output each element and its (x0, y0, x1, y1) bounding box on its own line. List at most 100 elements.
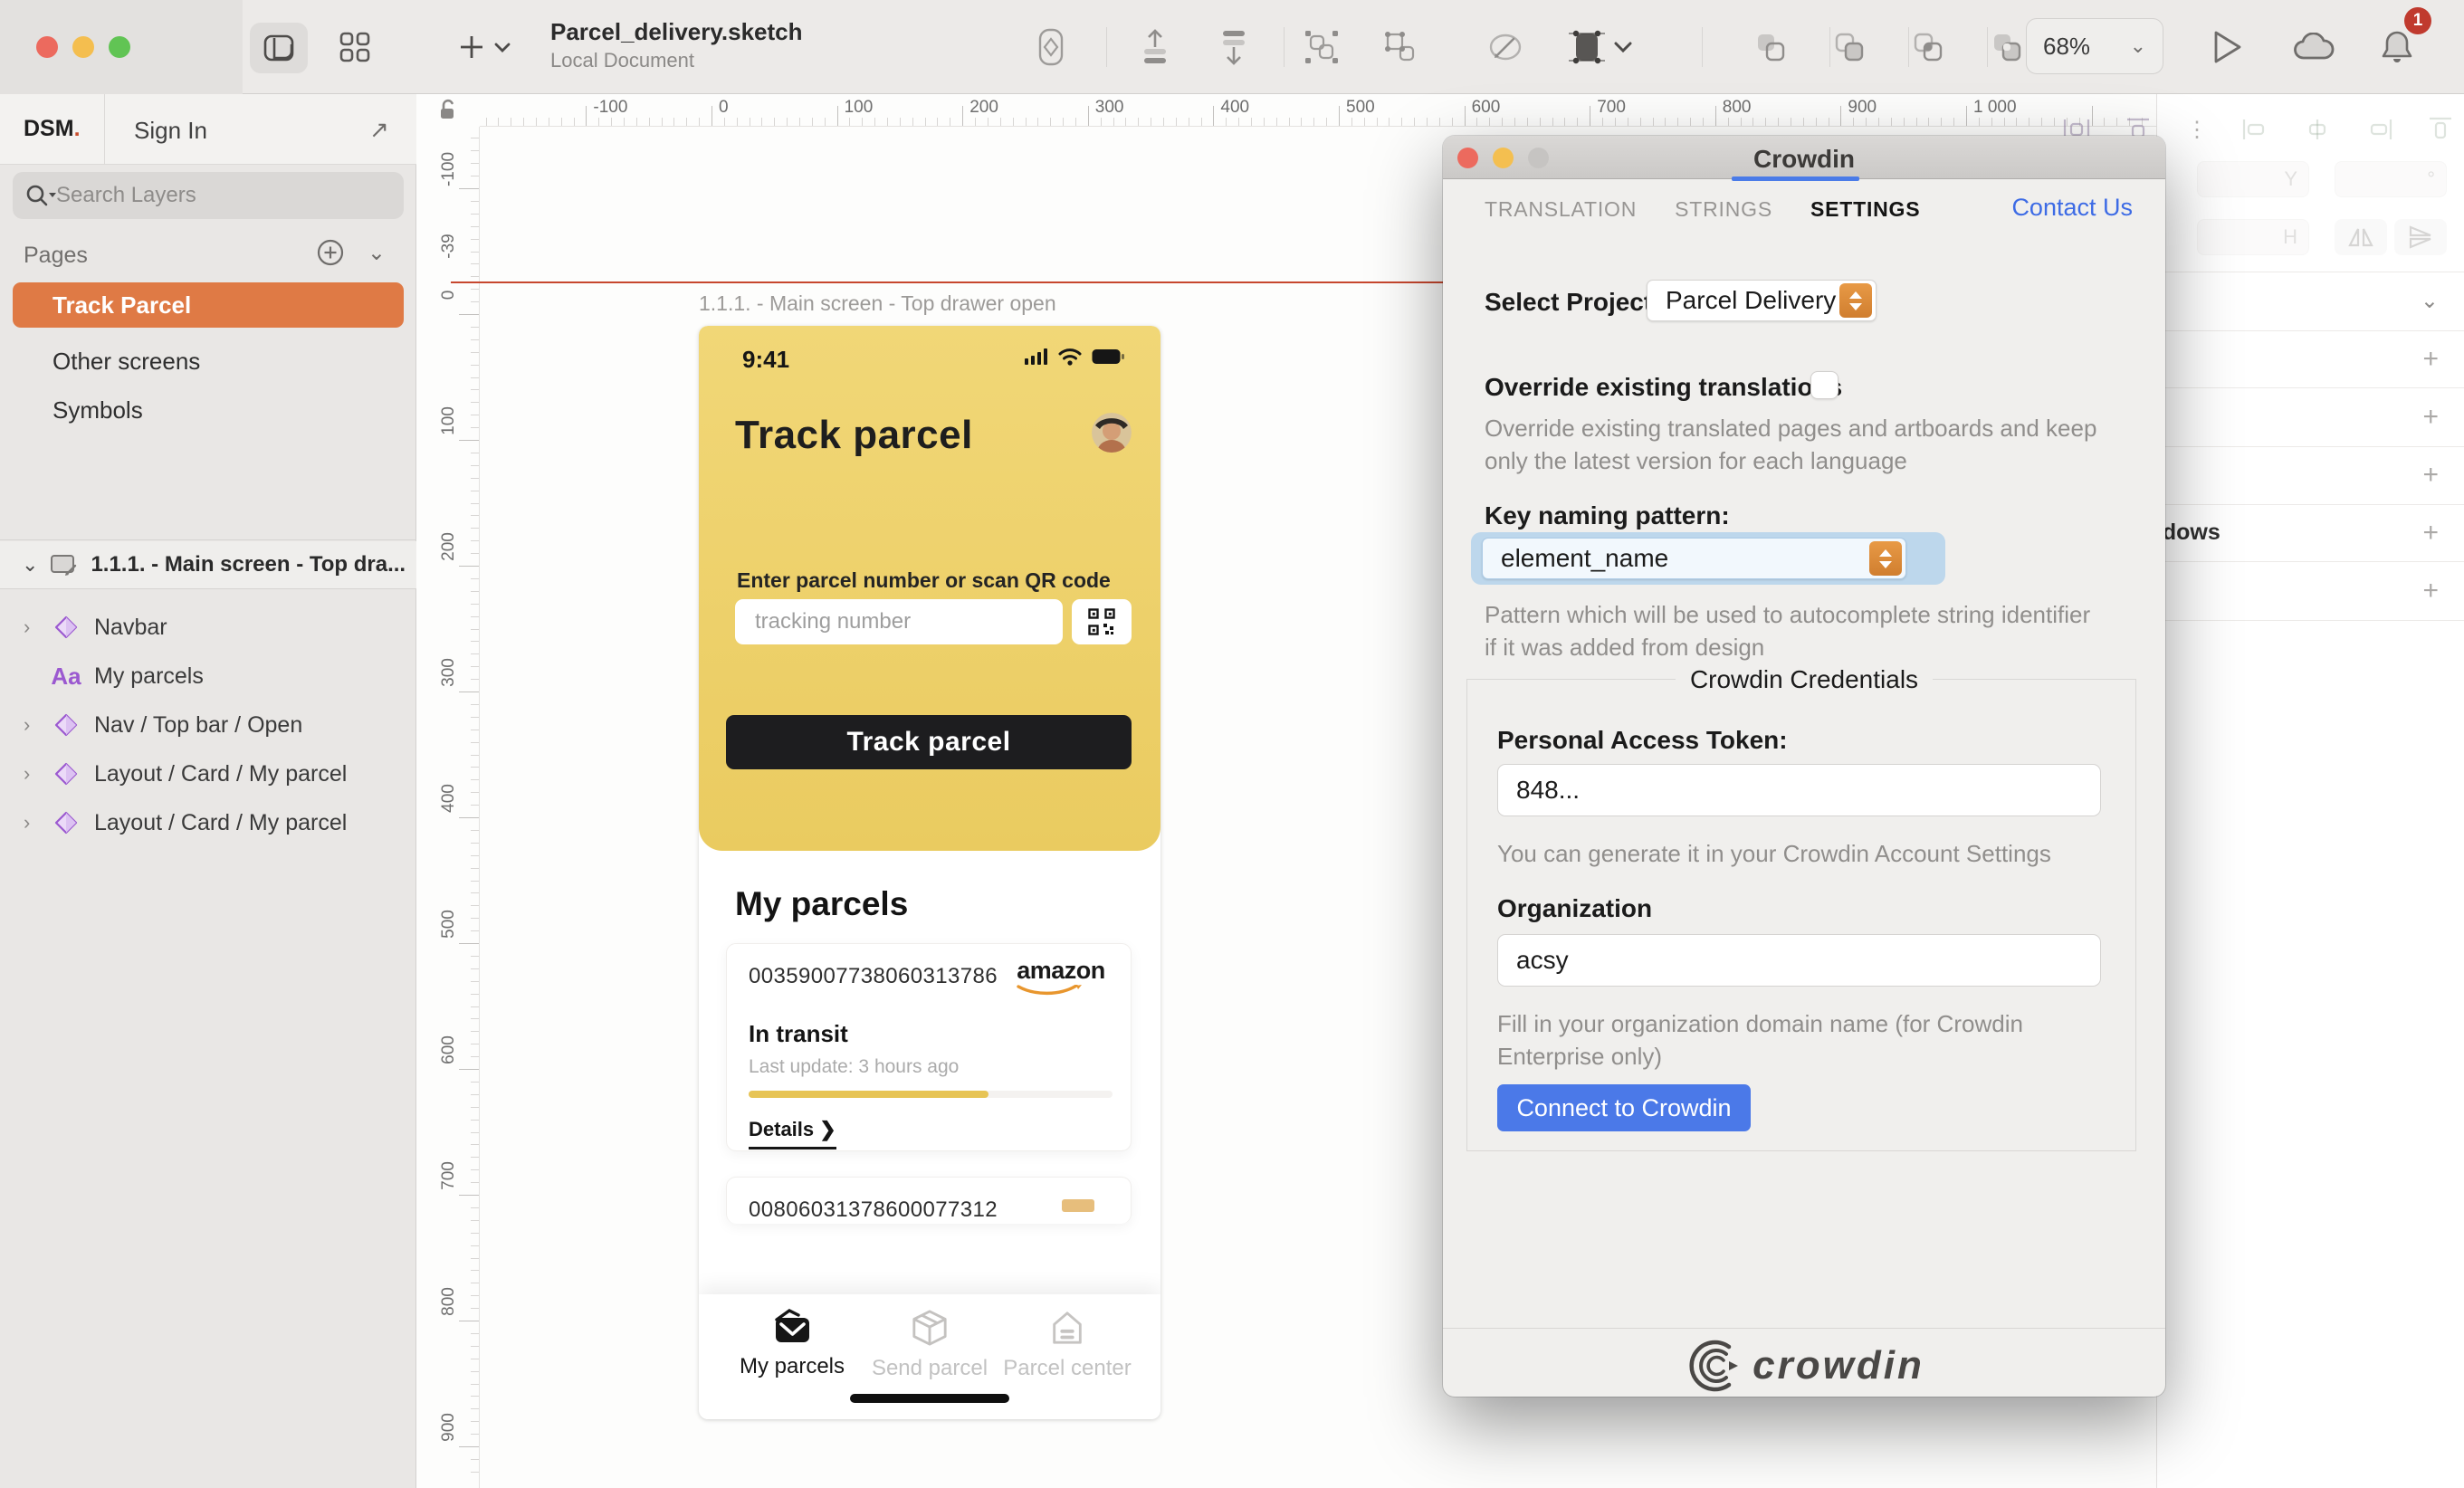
details-link[interactable]: Details ❯ (749, 1118, 836, 1149)
add-shadow-button[interactable]: + (2422, 518, 2439, 548)
page-item-track-parcel[interactable]: Track Parcel (13, 282, 404, 328)
chevron-right-icon[interactable]: › (24, 713, 45, 737)
connect-to-crowdin-button[interactable]: Connect to Crowdin (1497, 1084, 1751, 1131)
artboard-title[interactable]: 1.1.1. - Main screen - Top drawer open (699, 291, 1056, 316)
grid-view-button[interactable] (329, 22, 380, 72)
cloud-sync-button[interactable] (2288, 22, 2339, 72)
layer-item-card-1[interactable]: › Layout / Card / My parcel (0, 749, 416, 798)
send-backward-button[interactable] (1208, 22, 1259, 72)
zoom-window-button[interactable] (109, 36, 130, 58)
collapse-pages-icon[interactable]: ⌄ (368, 240, 386, 266)
ruler-tick (1979, 118, 1980, 126)
chevron-right-icon[interactable]: › (24, 762, 45, 786)
search-layers-field[interactable] (13, 172, 404, 219)
sidebar-divider (0, 588, 416, 589)
add-border-button[interactable]: + (2422, 460, 2439, 491)
parcel-card[interactable]: 00359007738060313786 amazon In transit L… (726, 943, 1132, 1151)
align-left-icon[interactable] (2242, 118, 2269, 141)
section-collapse-chevron[interactable]: ⌄ (2421, 288, 2439, 314)
layer-item-navbar[interactable]: › Navbar (0, 603, 416, 652)
token-input[interactable] (1516, 776, 2059, 805)
crowdin-titlebar[interactable]: Crowdin (1443, 136, 2165, 179)
sign-in-button[interactable]: Sign In (134, 117, 207, 145)
chevron-right-icon[interactable]: › (24, 811, 45, 835)
ruler-tick (1037, 118, 1038, 126)
scan-qr-button[interactable] (1072, 599, 1132, 644)
document-title[interactable]: Parcel_delivery.sketch (550, 18, 802, 46)
parcel-card-clipped[interactable]: 00806031378600077312 (726, 1177, 1132, 1224)
track-parcel-button[interactable]: Track parcel (726, 715, 1132, 769)
insert-button[interactable] (451, 22, 520, 72)
contact-us-link[interactable]: Contact Us (2011, 194, 2133, 222)
ruler-tick (471, 956, 479, 957)
boolean-intersect-button[interactable] (1903, 22, 1953, 72)
inspector-divider (2157, 504, 2464, 505)
insert-frame-button[interactable] (1559, 22, 1640, 72)
align-right-icon[interactable] (2365, 118, 2392, 141)
nav-item-my-parcels[interactable]: My parcels (715, 1309, 869, 1379)
group-button[interactable] (1296, 22, 1347, 72)
canvas-guide-line[interactable] (451, 281, 1483, 283)
ruler-tick (471, 1120, 479, 1121)
override-label: Override existing translations (1485, 373, 1842, 402)
flip-vertical-button[interactable] (2394, 219, 2447, 255)
open-external-icon[interactable]: ↗ (369, 116, 389, 144)
nav-item-parcel-center[interactable]: Parcel center (990, 1309, 1144, 1381)
tab-settings[interactable]: SETTINGS (1810, 197, 1920, 222)
dsm-tab[interactable]: DSM. (24, 116, 81, 142)
override-checkbox[interactable] (1810, 371, 1838, 399)
page-item-other-screens[interactable]: Other screens (13, 339, 404, 384)
ungroup-button[interactable] (1375, 22, 1426, 72)
inspector-divider (2157, 387, 2464, 388)
tab-translation[interactable]: TRANSLATION (1485, 197, 1637, 222)
footer-divider (1443, 1328, 2165, 1329)
ruler-top-label: 0 (719, 98, 729, 118)
preview-button[interactable] (2201, 22, 2252, 72)
ruler-lock[interactable] (416, 94, 480, 127)
toggle-left-panel-button[interactable] (250, 23, 308, 73)
layer-item-artboard[interactable]: ⌄ 1.1.1. - Main screen - Top dra... (0, 541, 416, 588)
chevron-down-icon[interactable]: ⌄ (22, 553, 38, 577)
ruler-tick (471, 1396, 479, 1397)
ruler-tick (471, 779, 479, 780)
edit-shape-button[interactable] (1480, 22, 1531, 72)
search-input[interactable] (56, 183, 364, 208)
bring-forward-button[interactable] (1130, 22, 1180, 72)
add-style-button[interactable]: + (2422, 344, 2439, 375)
ruler-tick (1904, 118, 1905, 126)
organization-input[interactable] (1516, 946, 2059, 975)
project-select[interactable]: Parcel Delivery (1647, 280, 1877, 321)
align-center-h-icon[interactable] (2304, 118, 2331, 141)
nav-item-send-parcel[interactable]: Send parcel (853, 1309, 1007, 1381)
layer-item-nav-top-bar[interactable]: › Nav / Top bar / Open (0, 701, 416, 749)
add-page-icon[interactable] (317, 239, 344, 266)
tracking-number-input[interactable] (755, 609, 1027, 634)
close-window-button[interactable] (36, 36, 58, 58)
ruler-tick (849, 118, 850, 126)
layer-item-my-parcels[interactable]: Aa My parcels (0, 652, 416, 701)
y-position-field[interactable]: Y (2197, 161, 2309, 197)
flip-horizontal-button[interactable] (2335, 219, 2387, 255)
ruler-tick (887, 118, 888, 126)
zoom-level-dropdown[interactable]: 68% ⌄ (2026, 18, 2163, 74)
boolean-union-button[interactable] (1745, 22, 1796, 72)
key-pattern-select[interactable]: element_name (1482, 538, 1906, 579)
ruler-top-label: 700 (1597, 98, 1626, 118)
artboard-main-screen[interactable]: 9:41 Track parcel (699, 326, 1160, 1419)
chevron-right-icon[interactable]: › (24, 615, 45, 639)
minimize-window-button[interactable] (72, 36, 94, 58)
ruler-tick (1653, 118, 1654, 126)
page-item-symbols[interactable]: Symbols (13, 387, 404, 433)
boolean-difference-button[interactable] (1982, 22, 2032, 72)
height-field[interactable]: H (2197, 219, 2309, 255)
layer-item-card-2[interactable]: › Layout / Card / My parcel (0, 798, 416, 847)
dsm-label: DSM (24, 116, 74, 141)
add-fill-button[interactable]: + (2422, 402, 2439, 433)
align-top-icon[interactable] (2427, 117, 2454, 142)
boolean-subtract-button[interactable] (1824, 22, 1875, 72)
create-symbol-button[interactable] (1026, 22, 1076, 72)
tab-strings[interactable]: STRINGS (1675, 197, 1772, 222)
rotation-field[interactable]: ° (2335, 161, 2447, 197)
add-inner-shadow-button[interactable]: + (2422, 576, 2439, 606)
avatar[interactable] (1092, 413, 1132, 453)
